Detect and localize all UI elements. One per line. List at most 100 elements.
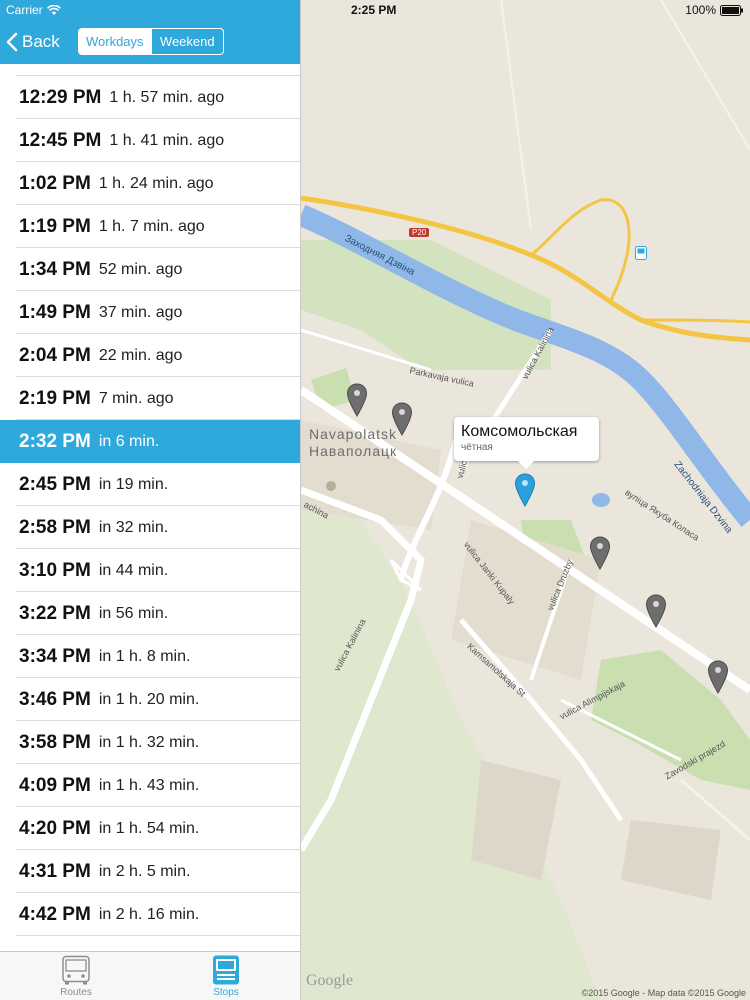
departure-time: 1:19 PM [19, 215, 91, 237]
departure-time: 1:49 PM [19, 301, 91, 323]
departure-row[interactable]: 3:34 PM in 1 h. 8 min. [0, 635, 300, 678]
stop-pin[interactable] [589, 536, 611, 570]
departure-row[interactable]: 1:49 PM 37 min. ago [0, 291, 300, 334]
departure-time: 3:58 PM [19, 731, 91, 753]
departure-relative: in 1 h. 20 min. [98, 690, 200, 708]
battery-percent: 100% [685, 3, 716, 17]
departure-relative: 37 min. ago [98, 303, 183, 321]
departure-row[interactable]: 1:19 PM 1 h. 7 min. ago [0, 205, 300, 248]
city-label-cyrillic: Наваполацк [309, 443, 398, 459]
departure-relative: 22 min. ago [98, 346, 183, 364]
carrier-indicator: Carrier [6, 3, 61, 17]
departure-row[interactable]: 2:58 PM in 32 min. [0, 506, 300, 549]
chevron-left-icon [6, 32, 18, 52]
departure-relative: in 1 h. 8 min. [98, 647, 191, 665]
departure-relative: in 44 min. [98, 561, 169, 579]
map-view[interactable]: 2:25 PM 100% P20 Заходняя Дзвіна Zachodn… [301, 0, 750, 1000]
departure-relative: 1 h. 57 min. ago [109, 88, 225, 106]
departure-relative: 1 h. 41 min. ago [109, 131, 225, 149]
departure-relative: 1 h. 7 min. ago [98, 217, 205, 235]
departures-panel: Carrier Back Workdays Weekend 12:13 PM2 … [0, 0, 301, 1000]
departure-time: 4:09 PM [19, 774, 91, 796]
status-bar-map: 2:25 PM 100% [301, 0, 750, 20]
bus-stop-icon [213, 955, 239, 985]
departure-time: 12:13 PM [19, 64, 101, 66]
tab-routes-label: Routes [60, 987, 92, 998]
departure-time: 3:22 PM [19, 602, 91, 624]
tab-stops-label: Stops [213, 987, 239, 998]
back-button[interactable]: Back [6, 28, 60, 56]
map-attribution[interactable]: ©2015 Google - Map data ©2015 Google [582, 988, 746, 998]
stop-pin[interactable] [346, 383, 368, 417]
segment-workdays[interactable]: Workdays [79, 29, 151, 54]
departure-row[interactable]: 3:46 PM in 1 h. 20 min. [0, 678, 300, 721]
tab-routes[interactable]: Routes [26, 955, 126, 999]
callout-title: Комсомольская [461, 423, 578, 440]
departure-time: 4:20 PM [19, 817, 91, 839]
departure-list-content: 12:13 PM2 h. 13 min. ago 12:29 PM 1 h. 57 … [0, 64, 300, 936]
departure-row[interactable]: 4:31 PM in 2 h. 5 min. [0, 850, 300, 893]
departure-row[interactable]: 1:34 PM 52 min. ago [0, 248, 300, 291]
departure-relative: in 1 h. 32 min. [98, 733, 200, 751]
departure-time: 3:10 PM [19, 559, 91, 581]
city-label-latin: Navapolatsk [309, 426, 398, 442]
departure-row[interactable]: 12:29 PM 1 h. 57 min. ago [0, 76, 300, 119]
bus-station-icon [635, 246, 647, 260]
departure-time: 1:34 PM [19, 258, 91, 280]
google-logo: Google [306, 972, 354, 989]
departure-relative: in 19 min. [98, 475, 169, 493]
departure-relative: 52 min. ago [98, 260, 183, 278]
departure-row[interactable]: 2:04 PM 22 min. ago [0, 334, 300, 377]
tab-stops[interactable]: Stops [176, 955, 276, 999]
departure-time: 2:32 PM [19, 430, 91, 452]
segment-weekend[interactable]: Weekend [150, 29, 224, 54]
back-label: Back [22, 32, 60, 51]
departure-time: 2:19 PM [19, 387, 91, 409]
departure-time: 3:34 PM [19, 645, 91, 667]
departure-time: 2:58 PM [19, 516, 91, 538]
departure-relative: in 6 min. [98, 432, 160, 450]
stop-pin-selected[interactable] [514, 473, 536, 507]
departure-row[interactable]: 1:02 PM 1 h. 24 min. ago [0, 162, 300, 205]
departure-row[interactable]: 2:45 PM in 19 min. [0, 463, 300, 506]
departure-time: 12:45 PM [19, 129, 102, 151]
departure-row[interactable]: 3:22 PM in 56 min. [0, 592, 300, 635]
departure-row[interactable]: 2:19 PM 7 min. ago [0, 377, 300, 420]
departure-row[interactable]: 4:42 PM in 2 h. 16 min. [0, 893, 300, 936]
stop-pin[interactable] [391, 402, 413, 436]
tab-bar: Routes Stops [0, 951, 300, 1000]
departure-relative: in 2 h. 5 min. [98, 862, 191, 880]
departure-row[interactable]: 4:09 PM in 1 h. 43 min. [0, 764, 300, 807]
departure-time: 2:04 PM [19, 344, 91, 366]
departure-list[interactable]: 12:13 PM2 h. 13 min. ago 12:29 PM 1 h. 57 … [0, 64, 300, 951]
schedule-segmented-control: Workdays Weekend [78, 28, 224, 55]
departure-time: 3:46 PM [19, 688, 91, 710]
carrier-label: Carrier [6, 3, 43, 17]
departure-row[interactable]: 12:45 PM 1 h. 41 min. ago [0, 119, 300, 162]
wifi-icon [46, 4, 61, 15]
departure-time: 4:31 PM [19, 860, 91, 882]
departure-time: 4:42 PM [19, 903, 91, 925]
battery-indicator: 100% [685, 3, 744, 17]
status-bar: Carrier [0, 0, 300, 20]
departure-relative: in 1 h. 43 min. [98, 776, 200, 794]
bus-icon [62, 955, 90, 985]
departure-row[interactable]: 3:10 PM in 44 min. [0, 549, 300, 592]
departure-row[interactable]: 2:32 PM in 6 min. [0, 420, 300, 463]
departure-relative: in 56 min. [98, 604, 169, 622]
stop-pin[interactable] [707, 660, 729, 694]
callout-subtitle: чётная [461, 442, 493, 453]
departure-row[interactable]: 12:13 PM2 h. 13 min. ago [0, 64, 300, 76]
departure-time: 2:45 PM [19, 473, 91, 495]
departure-row[interactable]: 3:58 PM in 1 h. 32 min. [0, 721, 300, 764]
departure-row[interactable]: 4:20 PM in 1 h. 54 min. [0, 807, 300, 850]
city-label: Navapolatsk Наваполацк [309, 426, 397, 460]
departure-time: 1:02 PM [19, 172, 91, 194]
battery-icon [720, 4, 743, 16]
departure-time: 12:29 PM [19, 86, 102, 108]
departure-relative: 7 min. ago [98, 389, 174, 407]
departure-relative: 1 h. 24 min. ago [98, 174, 214, 192]
departure-relative: in 1 h. 54 min. [98, 819, 200, 837]
stop-pin[interactable] [645, 594, 667, 628]
stop-callout[interactable]: Комсомольская чётная [454, 417, 599, 469]
